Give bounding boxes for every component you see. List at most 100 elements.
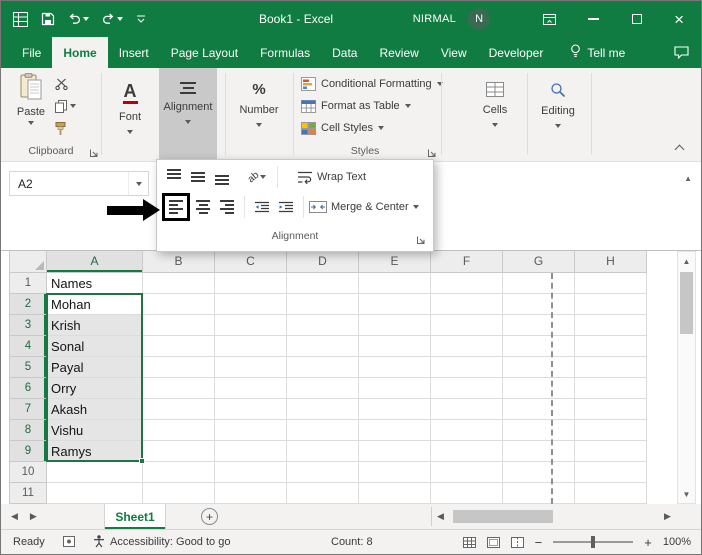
cell-E4[interactable] [359,336,431,357]
cell-H9[interactable] [575,441,647,462]
cell-C3[interactable] [215,315,287,336]
cell-F8[interactable] [431,420,503,441]
hscroll-thumb[interactable] [453,510,553,523]
redo-dropdown-triangle[interactable] [117,17,123,21]
cell-C8[interactable] [215,420,287,441]
user-avatar[interactable]: N [468,8,491,30]
cell-E6[interactable] [359,378,431,399]
cell-G3[interactable] [503,315,575,336]
excel-app-icon[interactable] [13,11,28,27]
number-button[interactable]: % Number [231,68,287,161]
font-button[interactable]: A Font [105,68,155,161]
cell-F5[interactable] [431,357,503,378]
cell-A11[interactable] [47,483,143,504]
tab-developer[interactable]: Developer [478,37,555,68]
row-header-8[interactable]: 8 [9,420,47,441]
cell-A10[interactable] [47,462,143,483]
cell-C1[interactable] [215,273,287,294]
format-painter-button[interactable] [55,121,76,135]
row-header-5[interactable]: 5 [9,357,47,378]
cell-B10[interactable] [143,462,215,483]
column-header-D[interactable]: D [287,251,359,273]
alignment-button[interactable]: Alignment [159,68,217,161]
tell-me-box[interactable]: Tell me [570,37,625,68]
cell-H8[interactable] [575,420,647,441]
column-header-A[interactable]: A [47,251,143,273]
ribbon-display-options-icon[interactable] [542,12,556,26]
cell-A6[interactable]: Orry [47,378,143,399]
row-header-11[interactable]: 11 [9,483,47,504]
cell-A1[interactable]: Names [47,273,143,294]
orientation-button[interactable]: ab [242,165,272,189]
cell-B4[interactable] [143,336,215,357]
tab-data[interactable]: Data [321,37,368,68]
cell-F6[interactable] [431,378,503,399]
cell-G8[interactable] [503,420,575,441]
cells-button[interactable]: Cells [469,68,521,161]
cell-G9[interactable] [503,441,575,462]
cell-B2[interactable] [143,294,215,315]
vscroll-thumb[interactable] [680,272,693,334]
cell-C4[interactable] [215,336,287,357]
cell-A3[interactable]: Krish [47,315,143,336]
align-center-button[interactable] [191,195,215,219]
cell-B1[interactable] [143,273,215,294]
column-header-G[interactable]: G [503,251,575,273]
cell-G10[interactable] [503,462,575,483]
zoom-slider-thumb[interactable] [591,536,596,548]
wrap-text-button[interactable]: Wrap Text [297,171,366,184]
view-page-break-button[interactable] [510,536,524,548]
zoom-in-button[interactable]: + [644,536,652,549]
align-right-button[interactable] [215,195,239,219]
select-all-button[interactable] [9,251,47,273]
maximize-button[interactable] [630,12,644,26]
cell-B7[interactable] [143,399,215,420]
scroll-left-button[interactable]: ◀ [437,504,444,529]
cell-C2[interactable] [215,294,287,315]
cell-E2[interactable] [359,294,431,315]
row-header-4[interactable]: 4 [9,336,47,357]
cell-G1[interactable] [503,273,575,294]
cell-A7[interactable]: Akash [47,399,143,420]
cell-F3[interactable] [431,315,503,336]
cell-D2[interactable] [287,294,359,315]
close-button[interactable]: × [674,11,684,28]
cell-G6[interactable] [503,378,575,399]
row-header-1[interactable]: 1 [9,273,47,294]
cell-H4[interactable] [575,336,647,357]
tab-insert[interactable]: Insert [108,37,160,68]
cell-F4[interactable] [431,336,503,357]
scroll-down-button[interactable]: ▼ [678,485,695,503]
align-bottom-button[interactable] [210,165,234,189]
cell-D1[interactable] [287,273,359,294]
redo-icon[interactable] [102,13,123,25]
cell-A5[interactable]: Payal [47,357,143,378]
column-header-B[interactable]: B [143,251,215,273]
cell-D4[interactable] [287,336,359,357]
tab-home[interactable]: Home [52,37,108,68]
cell-E3[interactable] [359,315,431,336]
alignment-dialog-launcher[interactable] [416,232,426,250]
cell-C7[interactable] [215,399,287,420]
row-header-7[interactable]: 7 [9,399,47,420]
align-middle-button[interactable] [186,165,210,189]
cell-A8[interactable]: Vishu [47,420,143,441]
cell-D7[interactable] [287,399,359,420]
cell-F2[interactable] [431,294,503,315]
collapse-ribbon-button[interactable] [674,144,685,155]
cell-E10[interactable] [359,462,431,483]
cell-E5[interactable] [359,357,431,378]
cell-D6[interactable] [287,378,359,399]
cell-G2[interactable] [503,294,575,315]
cell-B3[interactable] [143,315,215,336]
cell-G11[interactable] [503,483,575,504]
cell-E8[interactable] [359,420,431,441]
cell-H11[interactable] [575,483,647,504]
cell-G4[interactable] [503,336,575,357]
comments-icon[interactable] [674,46,689,64]
undo-icon[interactable] [68,13,89,25]
cell-F7[interactable] [431,399,503,420]
cut-button[interactable] [55,77,76,91]
row-header-10[interactable]: 10 [9,462,47,483]
align-left-button[interactable] [165,196,187,218]
